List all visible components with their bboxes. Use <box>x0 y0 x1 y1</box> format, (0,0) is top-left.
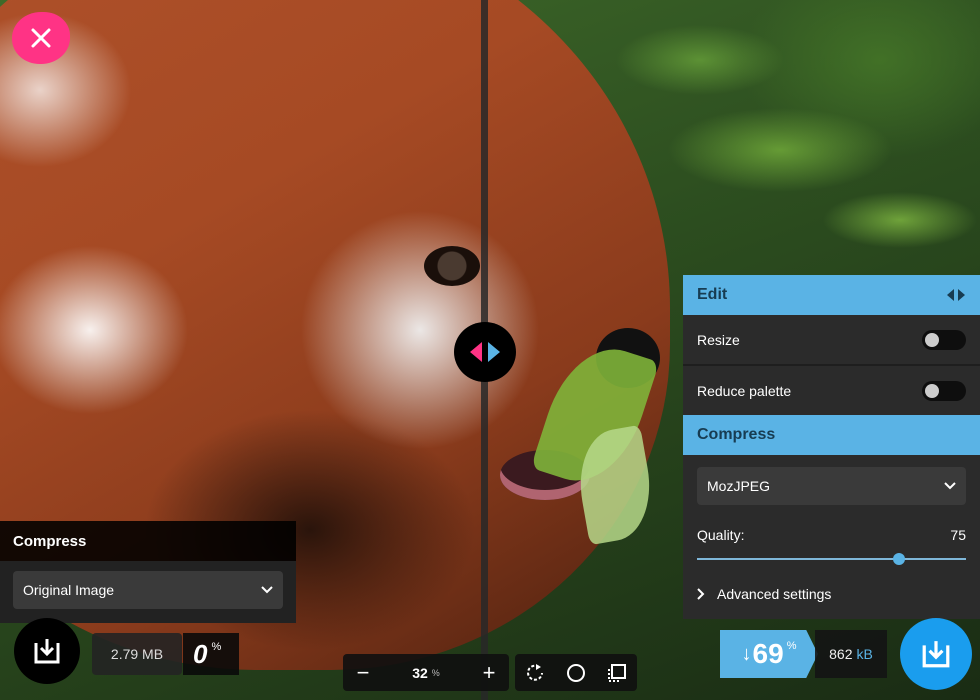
chevron-down-icon <box>261 586 273 594</box>
zoom-level-value: 32 <box>412 664 428 681</box>
left-panel-title: Compress <box>13 532 87 550</box>
toggle-knob <box>925 332 939 347</box>
compress-settings: MozJPEG Quality: 75 Advanced settings <box>683 455 980 619</box>
left-settings-panel: Compress Original Image <box>0 521 296 623</box>
compressed-reduction-symbol: % <box>786 640 797 652</box>
original-file-size: 2.79 MB <box>92 633 182 675</box>
compressed-file-size: 862 kB <box>815 630 887 678</box>
crop-outline-button[interactable] <box>599 654 635 691</box>
compare-arrows-icon <box>470 342 500 362</box>
advanced-settings-label: Advanced settings <box>717 586 832 602</box>
resize-option: Resize <box>683 315 980 366</box>
comparison-slider-handle[interactable] <box>454 322 516 382</box>
close-icon <box>31 28 51 48</box>
right-settings-panel: Edit Resize Reduce palette Compress MozJ… <box>683 275 980 619</box>
resize-toggle[interactable] <box>922 329 966 350</box>
zoom-controls: − 32 % + <box>343 654 509 691</box>
chevron-right-icon <box>697 588 705 600</box>
edit-section-title: Edit <box>697 286 728 303</box>
compressed-reduction-badge: ↓ 69 % <box>720 630 818 678</box>
zoom-out-button[interactable]: − <box>343 654 383 691</box>
close-button[interactable] <box>12 12 70 64</box>
quality-slider[interactable] <box>697 549 966 569</box>
download-original-button[interactable] <box>14 618 80 684</box>
view-tools <box>515 654 637 691</box>
codec-select[interactable]: MozJPEG <box>697 467 966 505</box>
compress-section-title: Compress <box>697 426 776 443</box>
reduction-arrow: ↓ <box>741 642 752 665</box>
compress-section-header: Compress <box>683 415 980 455</box>
quality-value[interactable]: 75 <box>950 527 966 543</box>
zoom-in-button[interactable]: + <box>469 654 509 691</box>
compressed-size-value: 862 <box>829 646 853 662</box>
compressed-size-unit: kB <box>856 646 873 662</box>
swap-sides-icon[interactable] <box>946 288 966 302</box>
left-method-value: Original Image <box>23 582 115 598</box>
zoom-level-input[interactable]: 32 % <box>383 665 469 681</box>
compressed-reduction-value: 69 <box>752 638 784 669</box>
edit-section-header: Edit <box>683 275 980 315</box>
chevron-down-icon <box>944 482 956 490</box>
left-method-select[interactable]: Original Image <box>13 571 283 609</box>
original-reduction-value: 0 <box>193 638 208 669</box>
quality-slider-track <box>697 558 966 560</box>
reduce-palette-label: Reduce palette <box>697 382 792 399</box>
rotate-button[interactable] <box>517 654 553 691</box>
panda-eye <box>424 246 480 286</box>
download-icon <box>34 639 60 664</box>
download-compressed-button[interactable] <box>900 618 972 690</box>
download-icon <box>922 641 950 668</box>
rotate-icon <box>527 663 544 681</box>
original-reduction-symbol: % <box>211 641 222 653</box>
zoom-level-unit: % <box>431 667 440 678</box>
circle-background-icon <box>566 663 585 682</box>
toggle-knob <box>925 383 939 398</box>
advanced-settings-toggle[interactable]: Advanced settings <box>697 569 966 619</box>
quality-label: Quality: <box>697 527 745 543</box>
background-toggle-button[interactable] <box>558 654 594 691</box>
codec-value: MozJPEG <box>707 478 771 494</box>
original-reduction: 0 % <box>183 633 239 675</box>
reduce-palette-toggle[interactable] <box>922 380 966 401</box>
reduce-palette-option: Reduce palette <box>683 366 980 415</box>
quality-slider-thumb[interactable] <box>892 553 905 565</box>
crop-outline-icon <box>607 663 626 682</box>
resize-label: Resize <box>697 331 740 348</box>
